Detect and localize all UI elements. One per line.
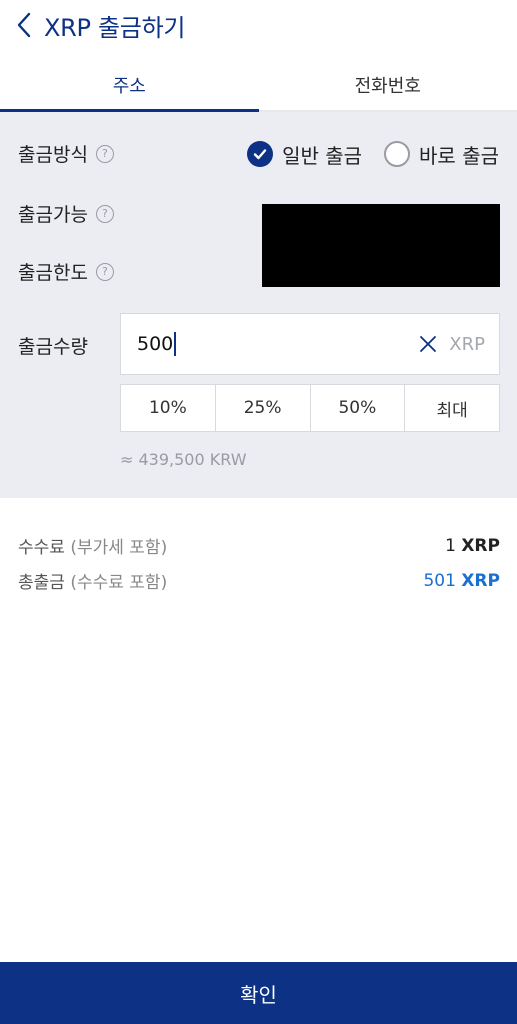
back-button[interactable]	[16, 7, 40, 43]
chevron-left-icon	[17, 12, 31, 38]
text-caret	[174, 332, 177, 356]
amount-value[interactable]: 500	[137, 333, 173, 355]
tab-phone-number[interactable]: 전화번호	[259, 60, 517, 110]
total-unit: XRP	[461, 570, 500, 591]
fee-unit: XRP	[461, 535, 500, 556]
limit-row-label: 출금한도 ?	[18, 258, 114, 285]
total-amount: 501	[423, 570, 456, 591]
percent-10-button[interactable]: 10%	[121, 385, 216, 431]
method-label: 출금방식	[18, 144, 88, 166]
amount-row-label: 출금수량	[18, 332, 88, 359]
total-sub-label: (수수료 포함)	[70, 573, 168, 593]
tab-address[interactable]: 주소	[0, 60, 259, 112]
percent-buttons: 10% 25% 50% 최대	[120, 384, 500, 432]
limit-label: 출금한도	[18, 262, 88, 284]
total-value: 501 XRP	[423, 571, 500, 591]
unchecked-radio-icon	[384, 141, 411, 167]
amount-input[interactable]: 500 XRP	[120, 313, 500, 375]
fee-row: 수수료 (부가세 포함) 1 XRP	[18, 533, 500, 559]
checkmark-icon	[253, 149, 267, 160]
option-instant-label: 바로 출금	[419, 143, 499, 168]
percent-50-button[interactable]: 50%	[311, 385, 406, 431]
confirm-button[interactable]: 확인	[0, 962, 517, 1024]
checked-radio-icon	[247, 141, 274, 167]
page-title: XRP 출금하기	[44, 13, 186, 42]
option-normal-withdraw[interactable]: 일반 출금	[247, 140, 362, 169]
fee-label: 수수료	[18, 538, 65, 558]
fee-value: 1 XRP	[445, 536, 500, 556]
max-button[interactable]: 최대	[405, 385, 499, 431]
fee-label-group: 수수료 (부가세 포함)	[18, 533, 167, 558]
clear-button[interactable]	[417, 333, 439, 355]
close-icon	[420, 336, 437, 352]
method-row-label: 출금방식 ?	[18, 140, 114, 167]
total-label: 총출금	[18, 573, 65, 593]
fee-sub-label: (부가세 포함)	[70, 538, 168, 558]
percent-25-button[interactable]: 25%	[216, 385, 311, 431]
option-normal-label: 일반 출금	[282, 143, 363, 168]
app-header: XRP 출금하기	[0, 0, 517, 50]
total-row: 총출금 (수수료 포함) 501 XRP	[18, 568, 500, 594]
question-circle-icon[interactable]: ?	[95, 204, 114, 223]
question-circle-icon[interactable]: ?	[95, 262, 114, 281]
available-label: 출금가능	[18, 204, 88, 226]
method-options: 일반 출금 바로 출금	[247, 138, 499, 170]
redacted-balance-block	[262, 204, 500, 287]
option-instant-withdraw[interactable]: 바로 출금	[384, 140, 499, 169]
total-label-group: 총출금 (수수료 포함)	[18, 568, 167, 593]
amount-unit: XRP	[449, 333, 485, 355]
withdraw-form-panel: 출금방식 ? 일반 출금 바로 출금 출금가능 ? 출금한도 ? 출금수량 50…	[0, 112, 517, 498]
krw-estimate: ≈ 439,500 KRW	[120, 450, 247, 469]
fee-amount: 1	[445, 535, 456, 556]
question-circle-icon[interactable]: ?	[95, 144, 114, 163]
tab-bar: 주소 전화번호	[0, 60, 517, 112]
available-row-label: 출금가능 ?	[18, 200, 114, 227]
amount-label: 출금수량	[18, 336, 88, 358]
